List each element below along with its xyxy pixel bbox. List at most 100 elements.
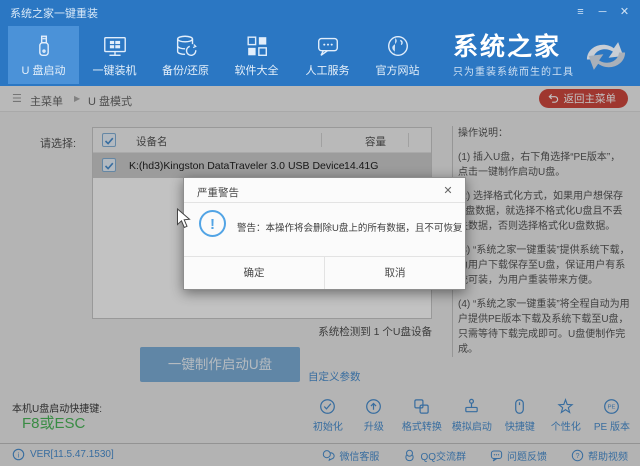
dialog-close-icon[interactable]: ✕ (440, 183, 456, 199)
nav-tab-software[interactable]: 软件大全 (221, 26, 292, 84)
check-icon (103, 135, 115, 147)
software-grid-icon (244, 33, 270, 59)
monitor-windows-icon (102, 33, 128, 59)
svg-text:PE: PE (608, 405, 616, 411)
globe-icon (385, 33, 411, 59)
brand-tagline: 只为重装系统而生的工具 (453, 63, 574, 78)
tool-upgrade[interactable]: 升级 (356, 398, 392, 433)
app-window: 系统之家一键重装 ≡ ─ ✕ U 盘启动 (0, 0, 640, 466)
feedback-bubble-icon (490, 449, 503, 462)
window-controls: ≡ ─ ✕ (571, 0, 634, 24)
back-arrow-icon (548, 93, 559, 104)
titlebar: 系统之家一键重装 ≡ ─ ✕ (0, 0, 640, 24)
column-header-device: 设备名 (136, 134, 168, 149)
simulate-boot-icon (463, 398, 480, 415)
brand-name: 系统之家 (453, 34, 561, 60)
backup-restore-icon (173, 33, 199, 59)
select-label: 请选择: (40, 135, 76, 151)
table-header: 设备名 容量 (93, 128, 431, 153)
dialog-ok-button[interactable]: 确定 (184, 257, 324, 289)
close-icon[interactable]: ✕ (615, 4, 634, 21)
instruction-step: (3) “系统之家一键重装”提供系统下载，为用户下载保存至U盘，保证用户有系统可… (458, 243, 630, 288)
dialog-footer: 确定 取消 (184, 256, 465, 289)
column-separator (321, 133, 322, 147)
tool-personalize[interactable]: 个性化 (548, 398, 584, 433)
instructions-panel: 操作说明： (1) 插入U盘，右下角选择“PE版本”，点击一键制作启动U盘。 (… (452, 126, 630, 357)
bottom-toolbar: 本机U盘启动快捷键: F8或ESC 初始化 升级 格式转换 (0, 392, 640, 443)
tool-hotkeys[interactable]: 快捷键 (502, 398, 538, 433)
warning-circle-icon: ! (199, 210, 226, 237)
table-row-usb-device[interactable]: K:(hd3)Kingston DataTraveler 3.0 USB Dev… (93, 153, 431, 178)
check-icon (103, 160, 115, 172)
nav-tab-service[interactable]: 人工服务 (292, 26, 363, 84)
menu-icon[interactable]: ≡ (571, 4, 590, 21)
detect-status-text: 系统检测到 1 个U盘设备 (92, 324, 432, 339)
status-links: 微信客服 QQ交流群 问题反馈 ? 帮助视频 (322, 448, 628, 463)
upgrade-icon (365, 398, 382, 415)
breadcrumb-bar: ☰ 主菜单 ▶ U 盘模式 返回主菜单 (0, 86, 640, 112)
initialize-icon (319, 398, 336, 415)
nav-tab-label: U 盘启动 (22, 62, 66, 78)
instructions-title: 操作说明： (458, 126, 630, 141)
back-button-label: 返回主菜单 (564, 91, 617, 106)
usb-drive-icon (31, 33, 57, 59)
instruction-step: (2) 选择格式化方式，如果用户想保存U盘数据，就选择不格式化U盘且不丢失数据，… (458, 189, 630, 234)
nav-tab-label: 人工服务 (306, 62, 350, 78)
instruction-step: (4) “系统之家一键重装”将全程自动为用户提供PE版本下载及系统下载至U盘，只… (458, 297, 630, 357)
brand-swoosh-icon (580, 34, 632, 78)
navbar: U 盘启动 一键装机 备份/还原 (0, 24, 640, 86)
brand-logo: 系统之家 只为重装系统而生的工具 (453, 27, 632, 85)
nav-tab-one-click-install[interactable]: 一键装机 (79, 26, 150, 84)
custom-params-link[interactable]: 自定义参数 (308, 369, 361, 384)
dialog-body: ! 警告：本操作将会删除U盘上的所有数据，且不可恢复 (184, 203, 465, 256)
qq-icon (403, 449, 416, 462)
wechat-icon (322, 449, 335, 462)
minimize-icon[interactable]: ─ (593, 4, 612, 21)
svg-text:i: i (18, 452, 20, 459)
tool-initialize[interactable]: 初始化 (310, 398, 346, 433)
nav-tab-backup-restore[interactable]: 备份/还原 (150, 26, 221, 84)
tool-simulate-boot[interactable]: 模拟启动 (452, 398, 492, 433)
version-info: i VER[11.5.47.1530] (12, 448, 114, 461)
device-name: K:(hd3)Kingston DataTraveler 3.0 USB Dev… (129, 160, 345, 172)
info-icon: i (12, 448, 25, 461)
breadcrumb-arrow-icon: ▶ (74, 94, 80, 103)
pe-version-icon: PE (603, 398, 620, 415)
column-header-capacity: 容量 (365, 134, 386, 149)
device-capacity: 14.41G (344, 160, 378, 172)
svg-text:?: ? (576, 453, 580, 460)
wechat-support-link[interactable]: 微信客服 (322, 448, 379, 463)
warning-dialog: 严重警告 ✕ ! 警告：本操作将会删除U盘上的所有数据，且不可恢复 确定 取消 (183, 177, 466, 290)
nav-tab-label: 备份/还原 (162, 62, 209, 78)
dialog-message: 警告：本操作将会删除U盘上的所有数据，且不可恢复 (237, 220, 462, 234)
personalize-icon (557, 398, 574, 415)
help-icon: ? (571, 449, 584, 462)
chat-service-icon (315, 33, 341, 59)
breadcrumb-root[interactable]: 主菜单 (30, 93, 63, 109)
format-convert-icon (413, 398, 430, 415)
qq-group-link[interactable]: QQ交流群 (403, 448, 466, 463)
hotkey-value: F8或ESC (22, 412, 85, 433)
feedback-link[interactable]: 问题反馈 (490, 448, 547, 463)
window-title: 系统之家一键重装 (10, 5, 98, 21)
statusbar: i VER[11.5.47.1530] 微信客服 QQ交流群 (0, 443, 640, 466)
list-icon: ☰ (12, 92, 22, 105)
version-text: VER[11.5.47.1530] (30, 449, 114, 460)
make-boot-usb-button[interactable]: 一键制作启动U盘 (140, 347, 300, 382)
row-checkbox[interactable] (102, 158, 116, 172)
help-video-link[interactable]: ? 帮助视频 (571, 448, 628, 463)
tool-format-convert[interactable]: 格式转换 (402, 398, 442, 433)
dialog-cancel-button[interactable]: 取消 (324, 257, 465, 289)
back-to-main-menu-button[interactable]: 返回主菜单 (539, 89, 629, 108)
breadcrumb-current: U 盘模式 (88, 93, 132, 109)
column-separator (408, 133, 409, 147)
nav-tab-usb-boot[interactable]: U 盘启动 (8, 26, 79, 84)
dialog-title: 严重警告 (197, 185, 239, 200)
dialog-header: 严重警告 ✕ (184, 178, 465, 203)
mouse-icon (511, 398, 528, 415)
select-all-checkbox[interactable] (102, 133, 116, 147)
nav-tab-website[interactable]: 官方网站 (362, 26, 433, 84)
nav-tab-label: 官方网站 (376, 62, 420, 78)
tools-row: 初始化 升级 格式转换 模拟启动 (310, 398, 630, 433)
tool-pe-version[interactable]: PE PE 版本 (594, 398, 630, 433)
